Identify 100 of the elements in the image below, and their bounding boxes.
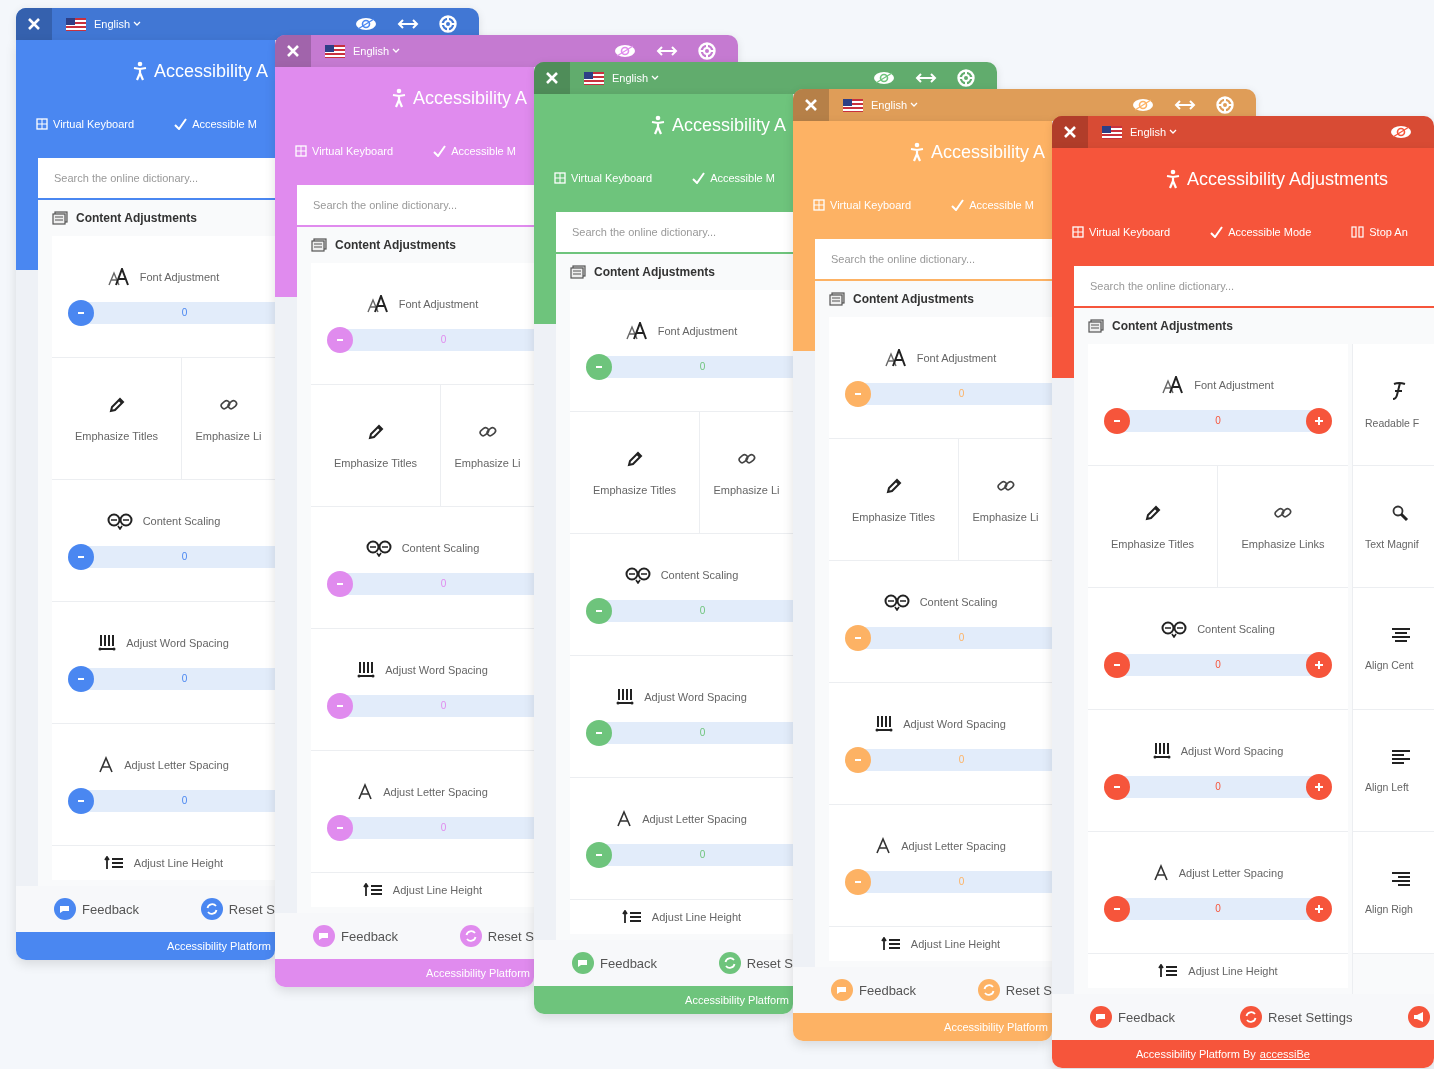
decrease-button[interactable]	[586, 719, 612, 746]
reset-button[interactable]: Reset S	[200, 898, 275, 920]
toolbar-tab[interactable]: Virtual Keyboard	[36, 118, 135, 130]
decrease-button[interactable]	[1104, 407, 1130, 434]
pencil-icon	[625, 449, 644, 468]
adjustment-label: Adjust Letter Spacing	[124, 758, 229, 771]
minus-icon	[596, 609, 602, 612]
close-button[interactable]	[534, 62, 570, 94]
caret-icon	[910, 102, 919, 108]
toolbar-tab[interactable]: Stop An	[1351, 226, 1408, 238]
feedback-button[interactable]: Feedback	[572, 952, 719, 974]
decrease-button[interactable]	[845, 380, 871, 407]
decrease-button[interactable]	[68, 543, 94, 570]
reset-button[interactable]: Reset S	[977, 979, 1052, 1001]
decrease-button[interactable]	[327, 326, 353, 353]
pencil-icon	[1143, 503, 1162, 522]
refresh-icon	[1240, 1006, 1262, 1028]
credit-link[interactable]: accessiBe	[1259, 1048, 1310, 1060]
keyboard-icon	[554, 172, 566, 184]
decrease-button[interactable]	[586, 353, 612, 380]
minus-icon	[337, 582, 343, 585]
magnifier-icon	[1391, 503, 1409, 522]
minus-icon	[78, 555, 84, 558]
value-text: 0	[440, 334, 447, 345]
feedback-button[interactable]: Feedback	[831, 979, 978, 1001]
decrease-button[interactable]	[1104, 651, 1130, 678]
decrease-button[interactable]	[845, 868, 871, 895]
document-icon	[570, 265, 586, 279]
adjustment-label: Content Scaling	[142, 514, 221, 527]
decrease-button[interactable]	[1104, 895, 1130, 922]
value-text: 0	[699, 849, 706, 860]
binoculars-icon	[1161, 619, 1188, 638]
decrease-button[interactable]	[845, 624, 871, 651]
feedback-button[interactable]: Feedback	[1090, 1006, 1240, 1028]
decrease-button[interactable]	[1104, 773, 1130, 800]
feedback-button[interactable]: Feedback	[54, 898, 201, 920]
keyboard-icon	[813, 199, 825, 211]
eye-icon	[355, 17, 377, 31]
minus-icon	[596, 731, 602, 734]
adjustment-label: Font Adjustment	[139, 270, 220, 283]
binoculars-icon	[106, 511, 133, 530]
adjustment-label: Adjust Word Spacing	[126, 636, 229, 649]
increase-button[interactable]	[1306, 651, 1332, 678]
close-button[interactable]	[275, 35, 311, 67]
decrease-button[interactable]	[845, 746, 871, 773]
chat-icon	[313, 925, 335, 947]
decrease-button[interactable]	[68, 299, 94, 326]
close-button[interactable]	[16, 8, 52, 40]
decrease-button[interactable]	[327, 814, 353, 841]
close-button[interactable]	[793, 89, 829, 121]
announce-button[interactable]	[1408, 1006, 1430, 1028]
value-text: 0	[958, 876, 965, 887]
option-tile[interactable]: Align Left	[1353, 710, 1434, 832]
toolbar-tab[interactable]: Accessible M	[174, 118, 257, 130]
close-icon	[286, 44, 300, 58]
line-height-icon	[103, 856, 124, 870]
panel-title: Accessibility A	[413, 87, 528, 109]
increase-button[interactable]	[1306, 407, 1332, 434]
decrease-button[interactable]	[68, 787, 94, 814]
feedback-button[interactable]: Feedback	[313, 925, 460, 947]
close-button[interactable]	[1052, 116, 1088, 148]
accessibility-icon	[1166, 169, 1180, 189]
option-tile[interactable]: Align Righ	[1353, 832, 1434, 954]
panel-title: Accessibility A	[931, 141, 1046, 163]
binoculars-icon	[624, 565, 651, 584]
pencil-icon	[107, 395, 126, 414]
panel-title: Accessibility A	[154, 60, 269, 82]
align-center-icon	[1391, 626, 1411, 643]
eye-icon	[614, 44, 636, 58]
reset-button[interactable]: Reset Settings	[1240, 1006, 1353, 1028]
check-icon	[174, 118, 188, 130]
document-icon	[52, 211, 68, 225]
close-icon	[804, 98, 818, 112]
language-dropdown[interactable]: English	[1130, 126, 1178, 138]
line-height-icon	[362, 883, 383, 897]
decrease-button[interactable]	[586, 841, 612, 868]
lifebuoy-icon	[439, 15, 457, 33]
option-tile[interactable]: Readable F	[1353, 344, 1434, 466]
decrease-button[interactable]	[586, 597, 612, 624]
eye-icon	[1390, 125, 1412, 139]
value-text: 0	[181, 795, 188, 806]
word-spacing-icon	[875, 714, 894, 733]
plus-icon	[1315, 416, 1323, 425]
lifebuoy-icon	[1216, 96, 1234, 114]
check-icon	[433, 145, 447, 157]
double-arrow-icon	[656, 46, 678, 56]
decrease-button[interactable]	[68, 665, 94, 692]
option-tile[interactable]: Align Cent	[1353, 588, 1434, 710]
increase-button[interactable]	[1306, 895, 1332, 922]
toolbar-tab[interactable]: Accessible Mode	[1210, 226, 1312, 238]
decrease-button[interactable]	[327, 570, 353, 597]
language-dropdown[interactable]: English	[94, 18, 142, 30]
adjustment-label: Font Adjustment	[657, 324, 738, 337]
toolbar-tab[interactable]: Virtual Keyboard	[1072, 226, 1171, 238]
reset-button[interactable]: Reset S	[718, 952, 793, 974]
keyboard-icon	[1072, 226, 1084, 238]
option-tile[interactable]: Text Magnif	[1353, 466, 1434, 588]
reset-button[interactable]: Reset S	[459, 925, 534, 947]
increase-button[interactable]	[1306, 773, 1332, 800]
decrease-button[interactable]	[327, 692, 353, 719]
